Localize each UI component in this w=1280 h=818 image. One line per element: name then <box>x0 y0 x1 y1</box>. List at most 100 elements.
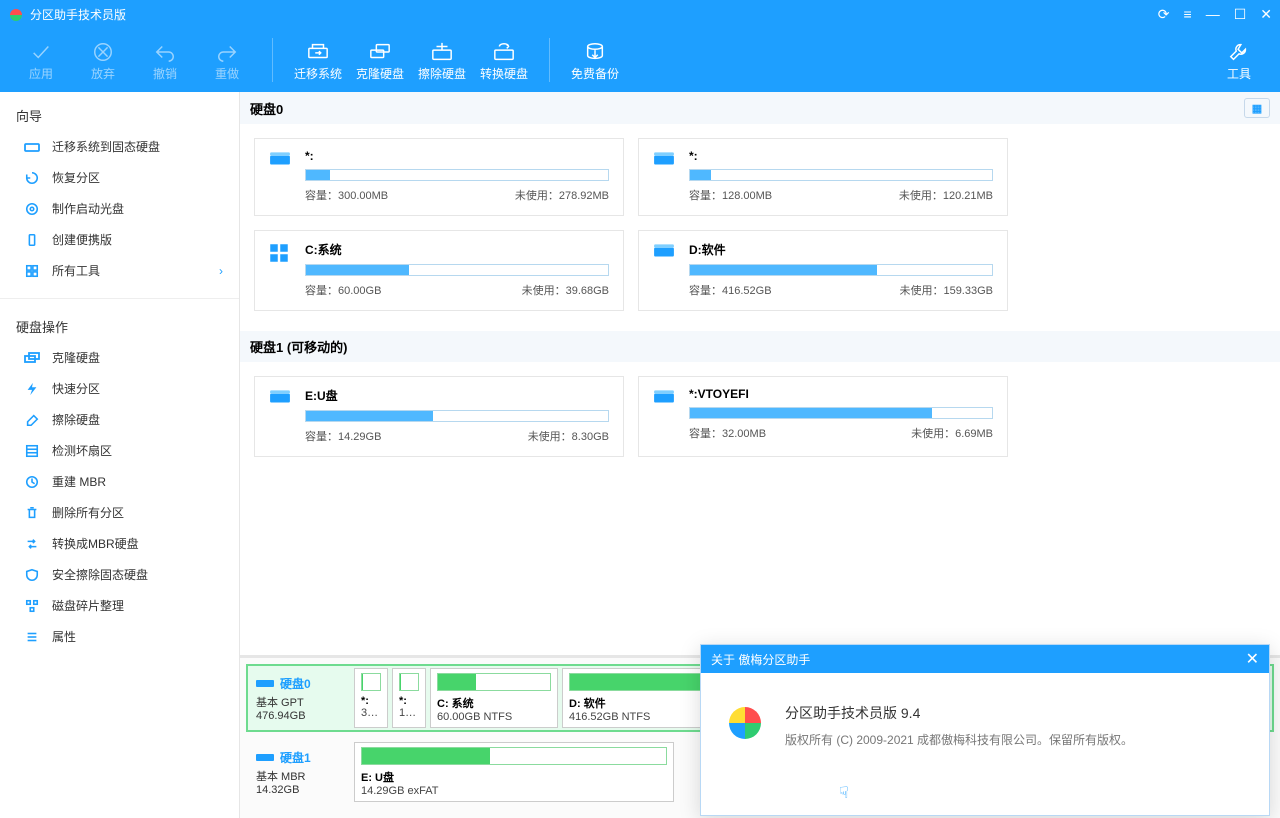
ssd-icon <box>24 139 42 155</box>
free-label: 未使用：278.92MB <box>515 187 609 203</box>
migrate-os-button[interactable]: 迁移系统 <box>287 39 349 82</box>
clone-disk-button[interactable]: 克隆硬盘 <box>349 39 411 82</box>
convert-disk-button[interactable]: 转换硬盘 <box>473 39 535 82</box>
discard-button[interactable]: 放弃 <box>72 39 134 82</box>
trash-icon <box>24 505 42 521</box>
map-partition[interactable]: *:30... <box>354 668 388 728</box>
map-part-name: C: 系统 <box>437 695 551 711</box>
map-partition[interactable]: *:12... <box>392 668 426 728</box>
app-logo-icon <box>8 6 24 22</box>
capacity-label: 容量：14.29GB <box>305 428 381 444</box>
list-icon <box>24 629 42 645</box>
bolt-icon <box>24 381 42 397</box>
defrag-icon <box>24 598 42 614</box>
drive-icon <box>653 387 677 444</box>
map-part-name: *: <box>361 695 381 707</box>
sidebar-make-bootable[interactable]: 制作启动光盘 <box>0 193 239 224</box>
partition-name: *: <box>689 149 993 163</box>
usage-bar <box>689 264 993 276</box>
about-close-button[interactable]: ✕ <box>1246 649 1259 669</box>
about-version: 分区助手技术员版 9.4 <box>785 703 1133 723</box>
partition-name: C:系统 <box>305 241 609 258</box>
wipe-disk-button[interactable]: 擦除硬盘 <box>411 39 473 82</box>
clone-icon <box>24 350 42 366</box>
sidebar-wipe-disk[interactable]: 擦除硬盘 <box>0 404 239 435</box>
undo-button[interactable]: 撤销 <box>134 39 196 82</box>
close-button[interactable]: ✕ <box>1260 7 1272 21</box>
partition-card[interactable]: *: 容量：300.00MB 未使用：278.92MB <box>254 138 624 216</box>
backup-button[interactable]: 免费备份 <box>564 39 626 82</box>
map-partition[interactable]: E: U盘14.29GB exFAT <box>354 742 674 802</box>
about-dialog: 关于 傲梅分区助手 ✕ 分区助手技术员版 9.4 版权所有 (C) 2009-2… <box>700 644 1270 816</box>
sidebar-delete-all[interactable]: 删除所有分区 <box>0 497 239 528</box>
grid-icon <box>24 263 42 279</box>
guide-section-header: 向导 <box>0 100 239 131</box>
usage-bar <box>305 410 609 422</box>
sidebar-quick-partition[interactable]: 快速分区 <box>0 373 239 404</box>
toolbar: 应用 放弃 撤销 重做 迁移系统 克隆硬盘 擦除硬盘 转换硬盘 免费备份 工具 <box>0 28 1280 92</box>
capacity-label: 容量：60.00GB <box>305 282 381 298</box>
eraser-icon <box>24 412 42 428</box>
disk-icon: 硬盘0 <box>256 675 342 692</box>
map-partition[interactable]: C: 系统60.00GB NTFS <box>430 668 558 728</box>
sidebar-create-portable[interactable]: 创建便携版 <box>0 224 239 255</box>
disk0-header: 硬盘0 ▦ <box>240 92 1280 124</box>
scan-icon <box>24 443 42 459</box>
about-logo-icon <box>725 703 765 743</box>
usage-bar <box>305 169 609 181</box>
sidebar-surface-test[interactable]: 检测坏扇区 <box>0 435 239 466</box>
usage-bar <box>689 169 993 181</box>
about-copyright: 版权所有 (C) 2009-2021 成都傲梅科技有限公司。保留所有版权。 <box>785 731 1133 748</box>
hand-pointer-icon: ☟ <box>839 783 849 803</box>
drive-icon <box>269 241 293 298</box>
toggle-view-button[interactable]: ▦ <box>1244 98 1270 118</box>
usage-bar <box>305 264 609 276</box>
partition-card[interactable]: *:VTOYEFI容量：32.00MB未使用：6.69MB <box>638 376 1008 457</box>
about-title: 关于 傲梅分区助手 <box>711 651 810 668</box>
partition-card[interactable]: *: 容量：128.00MB 未使用：120.21MB <box>638 138 1008 216</box>
apply-button[interactable]: 应用 <box>10 39 72 82</box>
partition-card[interactable]: D:软件容量：416.52GB未使用：159.33GB <box>638 230 1008 311</box>
disk-list: 硬盘0 ▦ *: 容量：300.00MB 未使用：278.92MB *: 容量：128.… <box>240 92 1280 655</box>
free-label: 未使用：39.68GB <box>522 282 609 298</box>
map-part-size: 12... <box>399 707 419 719</box>
drive-icon <box>653 149 677 203</box>
minimize-button[interactable]: — <box>1206 7 1220 21</box>
shield-icon <box>24 567 42 583</box>
sidebar-properties[interactable]: 属性 <box>0 621 239 652</box>
partition-name: *: <box>305 149 609 163</box>
sidebar-defrag[interactable]: 磁盘碎片整理 <box>0 590 239 621</box>
map-part-size: 14.29GB exFAT <box>361 785 667 797</box>
usb-icon <box>24 232 42 248</box>
map-part-name: E: U盘 <box>361 769 667 785</box>
tools-button[interactable]: 工具 <box>1208 39 1270 82</box>
sidebar-secure-erase-ssd[interactable]: 安全擦除固态硬盘 <box>0 559 239 590</box>
capacity-label: 容量：128.00MB <box>689 187 772 203</box>
title-bar: 分区助手技术员版 ⟳ ≡ — ☐ ✕ <box>0 0 1280 28</box>
partition-card[interactable]: C:系统容量：60.00GB 未使用：39.68GB <box>254 230 624 311</box>
partition-card[interactable]: E:U盘容量：14.29GB未使用：8.30GB <box>254 376 624 457</box>
free-label: 未使用：6.69MB <box>911 425 993 441</box>
sidebar-all-tools[interactable]: 所有工具› <box>0 255 239 286</box>
capacity-label: 容量：300.00MB <box>305 187 388 203</box>
partition-name: *:VTOYEFI <box>689 387 993 401</box>
sidebar-rebuild-mbr[interactable]: 重建 MBR <box>0 466 239 497</box>
disk1-header: 硬盘1 (可移动的) <box>240 331 1280 362</box>
sidebar-migrate-ssd[interactable]: 迁移系统到固态硬盘 <box>0 131 239 162</box>
partition-name: D:软件 <box>689 241 993 258</box>
drive-icon <box>653 241 677 298</box>
sidebar-clone-disk[interactable]: 克隆硬盘 <box>0 342 239 373</box>
redo-button[interactable]: 重做 <box>196 39 258 82</box>
refresh-icon[interactable]: ⟳ <box>1158 7 1170 21</box>
drive-icon <box>269 387 293 444</box>
sidebar-convert-mbr[interactable]: 转换成MBR硬盘 <box>0 528 239 559</box>
maximize-button[interactable]: ☐ <box>1234 7 1247 21</box>
free-label: 未使用：159.33GB <box>899 282 993 298</box>
convert-icon <box>24 536 42 552</box>
recover-icon <box>24 170 42 186</box>
map-part-size: 30... <box>361 707 381 719</box>
menu-icon[interactable]: ≡ <box>1184 7 1192 21</box>
sidebar-recover-partition[interactable]: 恢复分区 <box>0 162 239 193</box>
map-part-size: 60.00GB NTFS <box>437 711 551 723</box>
free-label: 未使用：120.21MB <box>899 187 993 203</box>
